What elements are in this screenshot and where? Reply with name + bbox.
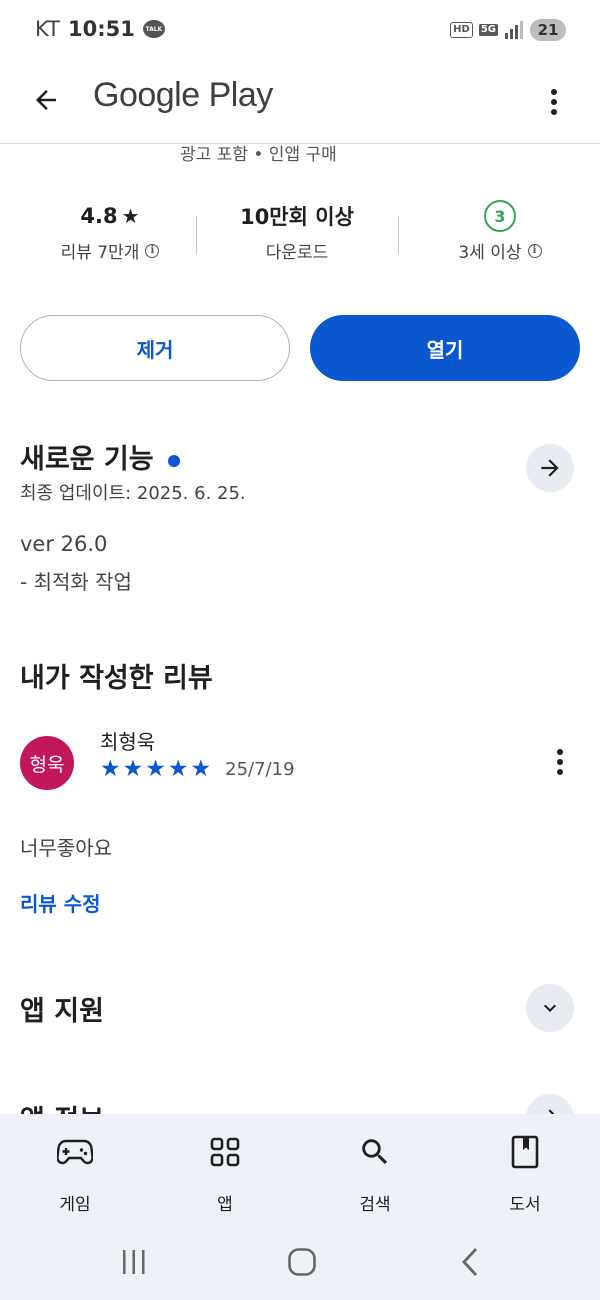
app-support-expand-button[interactable] [526,984,574,1032]
review-options-button[interactable] [546,742,574,782]
apps-grid-icon [175,1132,275,1172]
star-icon: ★ [121,204,140,228]
more-options-button[interactable] [534,78,574,126]
clock: 10:51 [67,17,135,41]
rating-label: 리뷰 7만개 [60,243,140,263]
rating-label-row: 리뷰 7만개 i [20,238,200,263]
new-indicator-dot [167,454,180,467]
app-support-title[interactable]: 앱 지원 [20,989,104,1028]
status-right: HD 5G 21 [450,19,566,41]
star-icon: ★ [145,756,166,782]
app-stats: 4.8 ★ 리뷰 7만개 i 10만회 이상 다운로드 3 3세 이상 i [0,200,600,280]
content-rating-stat[interactable]: 3 3세 이상 i [410,200,590,263]
age-rating-icon: 3 [484,200,516,232]
last-updated-date: 최종 업데이트: 2025. 6. 25. [20,483,246,504]
recent-apps-button[interactable] [118,1242,150,1282]
review-date: 25/7/19 [225,758,295,780]
signal-icon [505,21,523,39]
rating-stat[interactable]: 4.8 ★ 리뷰 7만개 i [20,200,200,263]
carrier-label: KT [35,17,60,41]
downloads-label: 다운로드 [265,243,329,263]
bottom-navigation: 게임 앱 검색 도서 [0,1114,600,1224]
whats-new-title: 새로운 기능 [20,437,180,476]
recent-apps-icon [123,1250,145,1274]
app-bar: Google Play [0,60,600,144]
more-vert-icon [551,89,557,115]
talk-notification-icon: TALK [142,20,165,38]
nav-label-apps: 앱 [217,1195,233,1215]
star-icon: ★ [100,756,121,782]
nav-label-search: 검색 [359,1195,391,1215]
nav-label-books: 도서 [509,1195,541,1215]
status-bar: KT 10:51 TALK HD 5G 21 [0,0,600,60]
battery-icon: 21 [530,19,566,41]
open-button[interactable]: 열기 [310,315,580,381]
more-vert-icon [557,749,563,775]
star-icon: ★ [190,756,212,782]
whats-new-heading: 새로운 기능 [20,444,154,475]
rating-value: 4.8 [80,204,118,228]
home-button[interactable] [284,1242,320,1282]
hd-voice-icon: HD [450,22,473,38]
arrow-back-icon [36,90,56,110]
rating-value-row: 4.8 ★ [20,200,200,232]
arrow-forward-icon [541,459,559,477]
version-text: ver 26.0 [20,532,108,556]
info-icon: i [145,243,160,258]
review-text: 너무좋아요 [20,836,112,860]
edit-review-link[interactable]: 리뷰 수정 [20,888,101,917]
divider [398,216,399,254]
chevron-left-icon [462,1248,478,1276]
network-type-icon: 5G [478,24,498,36]
star-icon: ★ [167,756,189,782]
nav-item-search[interactable]: 검색 [325,1132,425,1215]
status-left: KT 10:51 TALK [35,17,165,41]
uninstall-button[interactable]: 제거 [20,315,290,381]
book-icon [475,1132,575,1172]
age-label-row: 3세 이상 i [410,238,590,263]
home-icon [288,1248,316,1276]
gamepad-icon [25,1132,125,1172]
review-rating: ★ ★ ★ ★ ★ 25/7/19 [100,757,295,781]
system-navigation-bar [0,1224,600,1300]
nav-item-games[interactable]: 게임 [25,1132,125,1215]
app-title: Google Play [93,76,273,114]
downloads-stat: 10만회 이상 다운로드 [207,200,387,263]
my-review-title: 내가 작성한 리뷰 [20,663,213,694]
age-label: 3세 이상 [458,243,522,263]
nav-item-books[interactable]: 도서 [475,1132,575,1215]
divider [196,216,197,254]
age-badge-row: 3 [410,200,590,232]
system-back-button[interactable] [456,1242,484,1282]
back-button[interactable] [22,76,70,124]
nav-label-games: 게임 [59,1195,91,1215]
release-note: - 최적화 작업 [20,570,132,594]
star-icon: ★ [122,756,144,782]
info-icon: i [527,243,542,258]
downloads-value: 10만회 이상 [240,205,354,229]
reviewer-name: 최형욱 [100,730,156,754]
nav-item-apps[interactable]: 앱 [175,1132,275,1215]
avatar: 형욱 [20,736,74,790]
search-icon [325,1132,425,1172]
whats-new-arrow-button[interactable] [526,444,574,492]
chevron-down-icon [544,1004,556,1012]
